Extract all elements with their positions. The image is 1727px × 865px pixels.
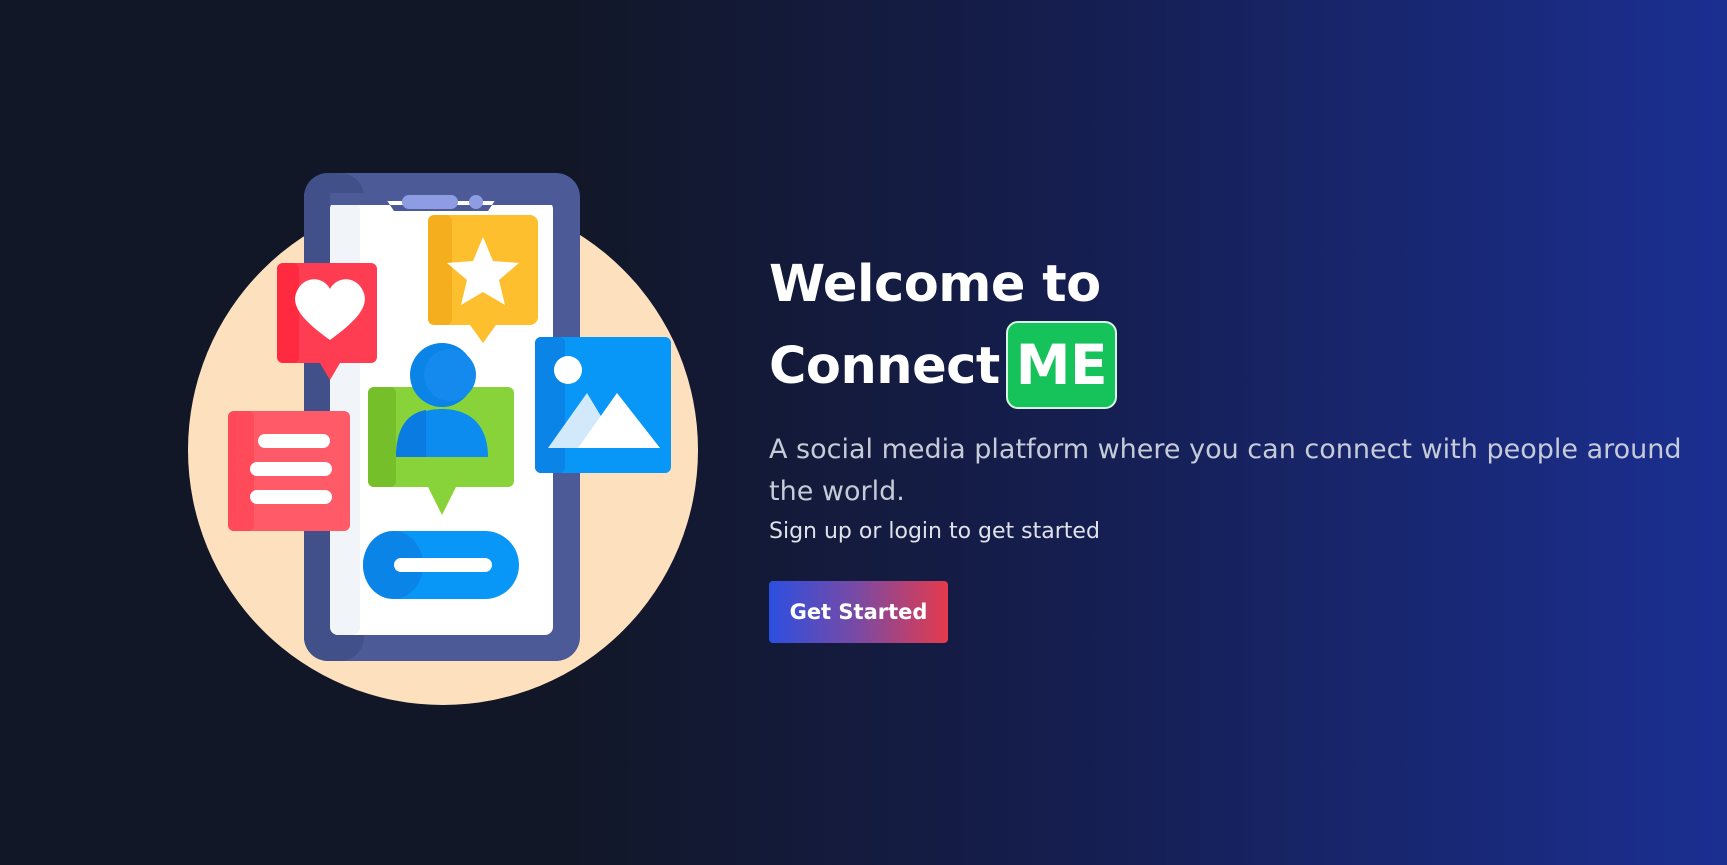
star-message-icon: [428, 215, 538, 343]
title-connect: Connect: [769, 337, 1000, 396]
input-pill-icon: [363, 531, 519, 599]
title-line-1: Welcome to: [769, 255, 1101, 314]
image-icon: [535, 337, 671, 473]
hero-copy: Welcome to Connect ME A social media plat…: [769, 245, 1699, 643]
heart-message-icon: [277, 263, 377, 380]
get-started-button[interactable]: Get Started: [769, 581, 948, 643]
brand-badge: ME: [1005, 321, 1118, 409]
page-title: Welcome to Connect ME: [769, 245, 1699, 409]
hero-subtext: Sign up or login to get started: [769, 519, 1100, 544]
title-line-2: Connect ME: [769, 321, 1699, 409]
hero-section: Welcome to Connect ME A social media plat…: [0, 0, 1727, 865]
hero-description: A social media platform where you can co…: [769, 434, 1682, 507]
text-message-icon: [228, 411, 350, 531]
social-media-illustration: [188, 173, 698, 705]
